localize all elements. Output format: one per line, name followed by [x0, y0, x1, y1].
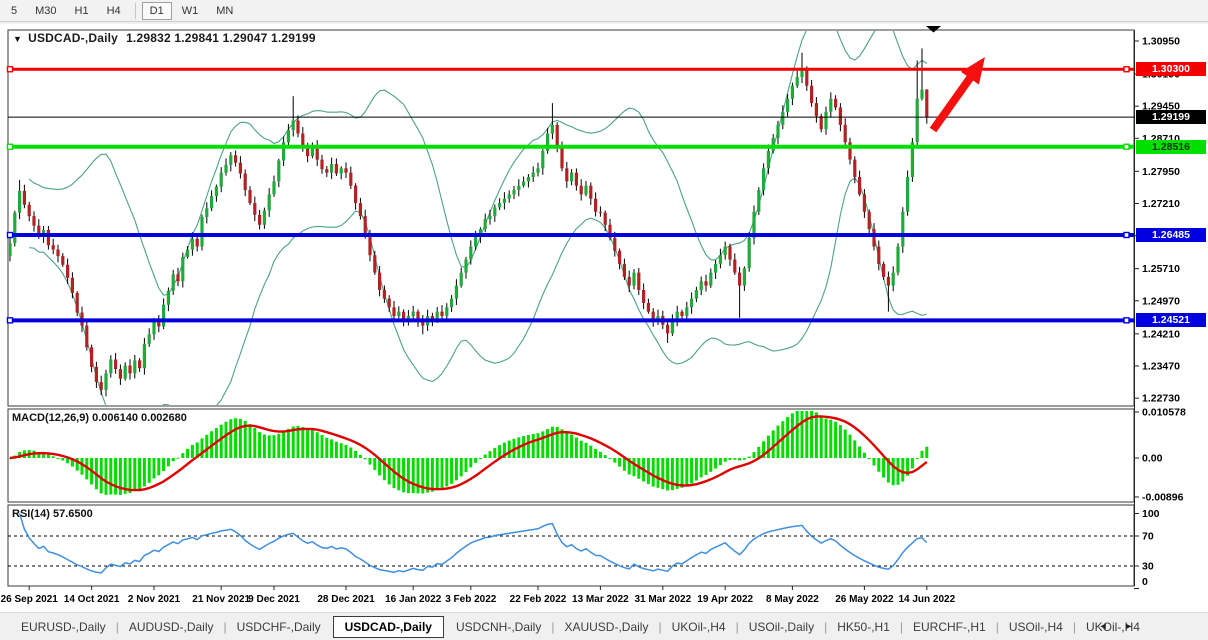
timeframe-button-H4[interactable]: H4 — [99, 2, 129, 20]
chart-tab-usoil-h4[interactable]: USOil-,H4 — [1000, 616, 1072, 638]
timeframe-button-H1[interactable]: H1 — [67, 2, 97, 20]
svg-text:1.24210: 1.24210 — [1142, 328, 1180, 340]
tab-separator: | — [116, 620, 119, 634]
svg-text:26 May 2022: 26 May 2022 — [835, 594, 894, 605]
chart-tab-hk50-h1[interactable]: HK50-,H1 — [828, 616, 899, 638]
chart-tabs-bar: EURUSD-,Daily|AUDUSD-,Daily|USDCHF-,Dail… — [0, 612, 1208, 640]
svg-text:1.25710: 1.25710 — [1142, 263, 1180, 275]
tab-scroll-arrows[interactable]: ◄ ► — [1099, 621, 1140, 631]
timeframe-button-5[interactable]: 5 — [3, 2, 25, 20]
svg-text:0.010578: 0.010578 — [1142, 406, 1186, 418]
chart-title: ▼ USDCAD-,Daily 1.29832 1.29841 1.29047 1.… — [13, 31, 316, 45]
chart-tab-xauusd-daily[interactable]: XAUUSD-,Daily — [555, 616, 657, 638]
svg-text:13 Mar 2022: 13 Mar 2022 — [572, 594, 629, 605]
svg-text:1.27210: 1.27210 — [1142, 198, 1180, 210]
line-handle-right — [1124, 67, 1129, 72]
chart-tab-audusd-daily[interactable]: AUDUSD-,Daily — [120, 616, 223, 638]
chart-tab-usdcnh-daily[interactable]: USDCNH-,Daily — [447, 616, 550, 638]
chart-symbol-period: USDCAD-,Daily — [28, 31, 118, 45]
svg-text:16 Jan 2022: 16 Jan 2022 — [385, 594, 442, 605]
line-handle-right — [1124, 318, 1129, 323]
chart-tab-ukoil-h4[interactable]: UKOil-,H4 — [663, 616, 735, 638]
chart-tab-usdchf-daily[interactable]: USDCHF-,Daily — [228, 616, 330, 638]
svg-text:100: 100 — [1142, 508, 1160, 520]
timeframe-button-W1[interactable]: W1 — [174, 2, 207, 20]
svg-text:14 Jun 2022: 14 Jun 2022 — [898, 594, 955, 605]
svg-text:70: 70 — [1142, 531, 1154, 543]
chart-canvas: 1.309501.301901.294501.287101.279501.272… — [0, 24, 1208, 612]
line-handle-right — [1124, 144, 1129, 149]
chart-ohlc-values: 1.29832 1.29841 1.29047 1.29199 — [126, 31, 316, 45]
svg-text:1.30950: 1.30950 — [1142, 35, 1180, 47]
toolbar-separator — [135, 3, 136, 19]
line-handle-right — [1124, 232, 1129, 237]
price-box-1.28516: 1.28516 — [1136, 140, 1206, 154]
tab-separator: | — [658, 620, 661, 634]
tab-separator: | — [1073, 620, 1076, 634]
mt4-terminal: 5M30H1H4D1W1MN 1.309501.301901.294501.28… — [0, 0, 1208, 640]
svg-text:3 Feb 2022: 3 Feb 2022 — [445, 594, 497, 605]
svg-text:1.22730: 1.22730 — [1142, 393, 1180, 405]
price-box-1.29199: 1.29199 — [1136, 110, 1206, 124]
line-handle-left — [8, 318, 13, 323]
price-box-1.26485: 1.26485 — [1136, 228, 1206, 242]
tab-separator: | — [551, 620, 554, 634]
tab-separator: | — [824, 620, 827, 634]
svg-text:31 Mar 2022: 31 Mar 2022 — [634, 594, 691, 605]
timeframe-button-MN[interactable]: MN — [208, 2, 241, 20]
svg-text:28 Dec 2021: 28 Dec 2021 — [317, 594, 375, 605]
svg-text:14 Oct 2021: 14 Oct 2021 — [64, 594, 120, 605]
svg-text:0.00: 0.00 — [1142, 453, 1163, 465]
timeframe-button-M30[interactable]: M30 — [27, 2, 64, 20]
chart-tab-eurusd-daily[interactable]: EURUSD-,Daily — [12, 616, 115, 638]
svg-text:26 Sep 2021: 26 Sep 2021 — [1, 594, 59, 605]
line-handle-left — [8, 232, 13, 237]
tab-separator: | — [736, 620, 739, 634]
svg-text:30: 30 — [1142, 561, 1154, 573]
price-box-1.24521: 1.24521 — [1136, 313, 1206, 327]
date-axis[interactable]: 26 Sep 2021 14 Oct 2021 2 Nov 2021 21 Nov 2… — [1, 586, 956, 605]
tab-separator: | — [996, 620, 999, 634]
tab-separator: | — [224, 620, 227, 634]
svg-text:1.27950: 1.27950 — [1142, 166, 1180, 178]
svg-text:1.24970: 1.24970 — [1142, 295, 1180, 307]
svg-text:22 Feb 2022: 22 Feb 2022 — [510, 594, 567, 605]
svg-text:8 May 2022: 8 May 2022 — [766, 594, 819, 605]
chart-tab-usdcad-daily[interactable]: USDCAD-,Daily — [333, 616, 444, 638]
collapse-indicators-icon[interactable]: ▼ — [13, 34, 22, 44]
svg-text:0: 0 — [1142, 576, 1148, 588]
tab-separator: | — [900, 620, 903, 634]
timeframe-toolbar: 5M30H1H4 D1W1MN — [0, 0, 1208, 22]
svg-text:9 Dec 2021: 9 Dec 2021 — [248, 594, 300, 605]
line-handle-left — [8, 144, 13, 149]
macd-label: MACD(12,26,9) 0.006140 0.002680 — [12, 412, 187, 424]
svg-text:2 Nov 2021: 2 Nov 2021 — [128, 594, 181, 605]
line-handle-left — [8, 67, 13, 72]
svg-text:-0.00896: -0.00896 — [1142, 491, 1184, 503]
chart-tab-eurchf-h1[interactable]: EURCHF-,H1 — [904, 616, 995, 638]
timeframe-button-D1[interactable]: D1 — [142, 2, 172, 20]
chart-window: 1.309501.301901.294501.287101.279501.272… — [0, 24, 1208, 612]
svg-text:1.23470: 1.23470 — [1142, 360, 1180, 372]
rsi-label: RSI(14) 57.6500 — [12, 508, 93, 520]
svg-text:19 Apr 2022: 19 Apr 2022 — [697, 594, 753, 605]
price-box-1.30300: 1.30300 — [1136, 62, 1206, 76]
chart-tab-usoil-daily[interactable]: USOil-,Daily — [740, 616, 823, 638]
svg-text:21 Nov 2021: 21 Nov 2021 — [192, 594, 250, 605]
